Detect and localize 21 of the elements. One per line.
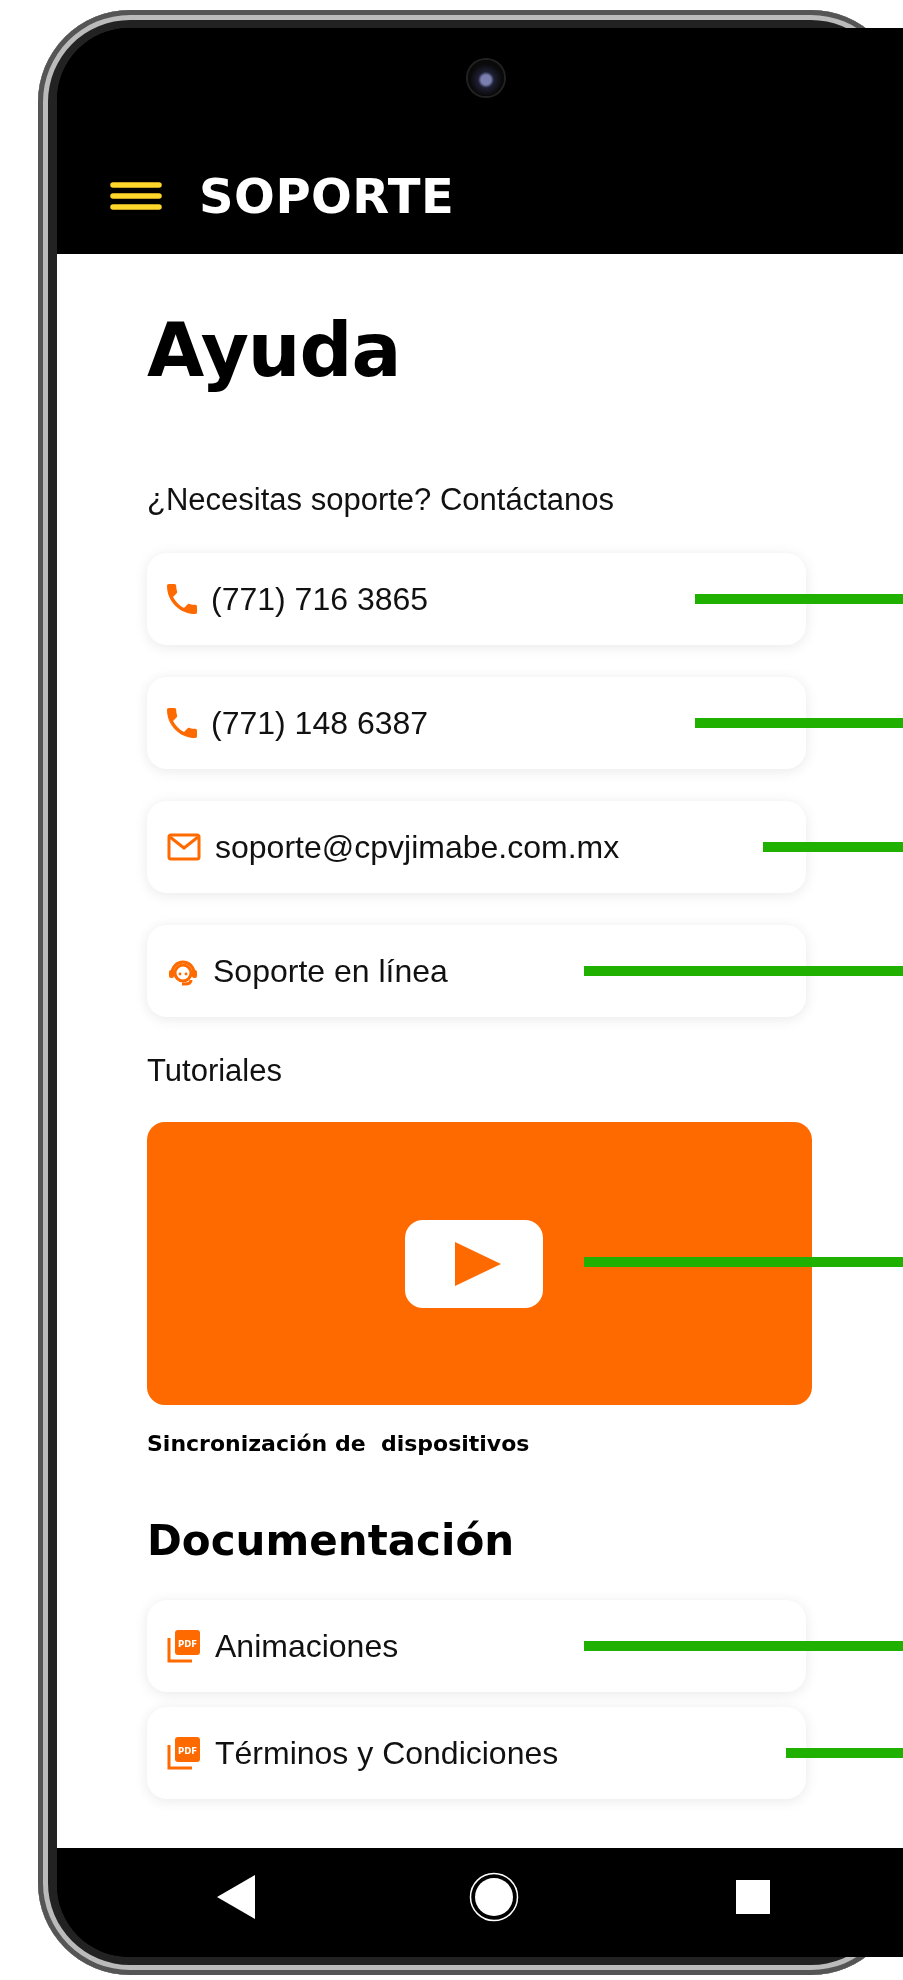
- contact-card[interactable]: Soporte en línea: [147, 925, 806, 1017]
- play-icon[interactable]: [405, 1220, 543, 1308]
- home-icon[interactable]: [469, 1872, 519, 1922]
- section-heading: Tutoriales: [147, 1052, 283, 1090]
- contact-card[interactable]: (771) 148 6387: [147, 677, 806, 769]
- phone-icon: [167, 708, 197, 738]
- document-card[interactable]: PDF Animaciones: [147, 1600, 806, 1692]
- mail-icon: [167, 833, 201, 861]
- contact-card[interactable]: soporte@cpvjimabe.com.mx: [147, 801, 806, 893]
- section-heading: Documentación: [147, 1515, 516, 1567]
- video-thumbnail[interactable]: [147, 1122, 812, 1405]
- document-card[interactable]: PDF Términos y Condiciones: [147, 1707, 806, 1799]
- contact-prompt: ¿Necesitas soporte? Contáctanos: [147, 481, 615, 519]
- phone-icon: [167, 584, 197, 614]
- camera-lens: [468, 60, 504, 96]
- menu-icon[interactable]: [110, 182, 162, 210]
- app-title: SOPORTE: [199, 168, 455, 224]
- video-caption: Sincronización de dispositivos: [147, 1430, 531, 1458]
- back-icon[interactable]: [217, 1875, 255, 1919]
- page-title: Ayuda: [147, 306, 402, 395]
- contact-card[interactable]: (771) 716 3865: [147, 553, 806, 645]
